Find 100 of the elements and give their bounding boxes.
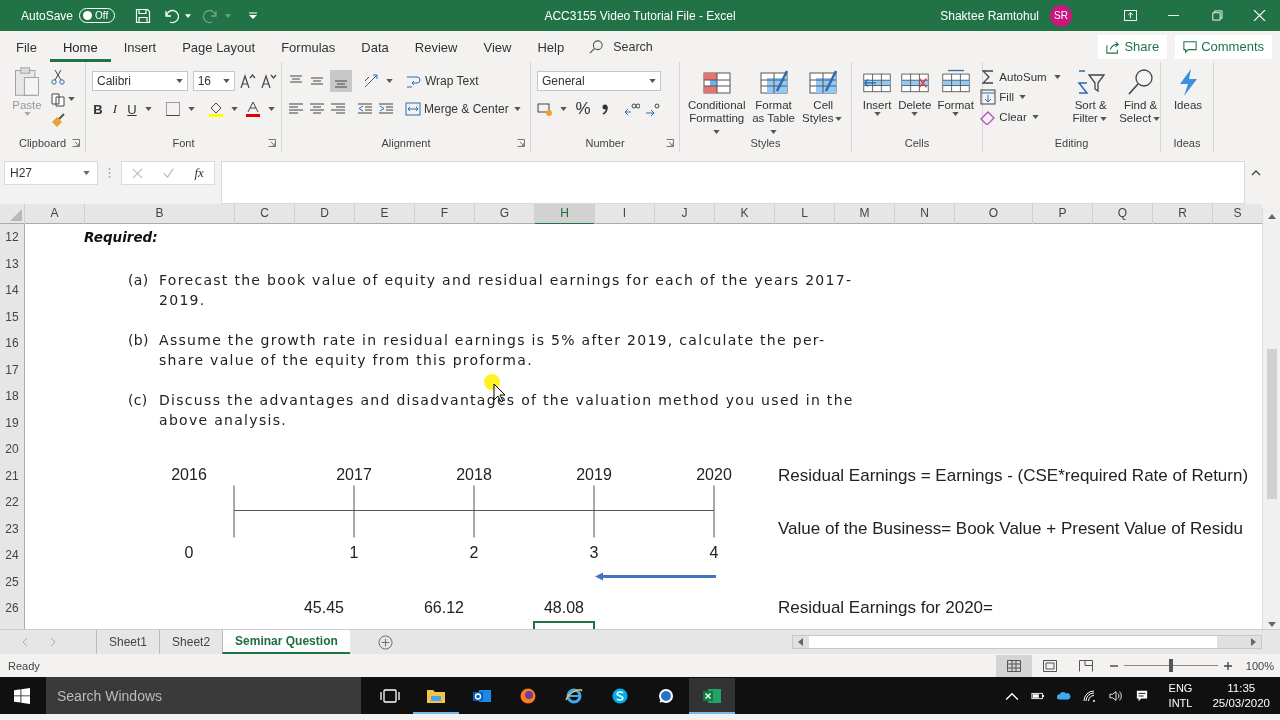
styles-button[interactable]: Cell Styles <box>799 67 847 125</box>
font-name-field[interactable]: Calibri <box>92 71 188 91</box>
clock-time[interactable]: 11:35 <box>1227 680 1256 696</box>
scroll-up-icon[interactable] <box>1267 214 1276 219</box>
fill-button[interactable]: Fill <box>980 89 1029 105</box>
row-header[interactable]: 23 <box>0 515 24 542</box>
row-header[interactable]: 14 <box>0 277 24 304</box>
zoom-level[interactable]: 100% <box>1245 659 1274 672</box>
ribbon-tab[interactable]: Review <box>401 35 471 62</box>
dialog-launcher-icon[interactable] <box>666 139 674 147</box>
caret-icon[interactable] <box>145 107 152 111</box>
ribbon-tab[interactable]: Insert <box>110 35 170 62</box>
fill-color-icon[interactable] <box>208 101 224 117</box>
add-sheet-icon[interactable] <box>377 634 393 650</box>
caret-icon[interactable] <box>185 13 192 18</box>
sort-filter-button[interactable]: Sort & Filter <box>1066 67 1115 125</box>
row-header[interactable]: 18 <box>0 383 24 410</box>
ribbon-tab[interactable]: File <box>16 35 50 62</box>
ribbon-tab[interactable]: Formulas <box>268 35 349 62</box>
save-icon[interactable] <box>135 7 152 24</box>
scroll-left-icon[interactable] <box>798 638 803 646</box>
ribbon-tab[interactable]: View <box>470 35 525 62</box>
orientation-icon[interactable] <box>363 73 379 89</box>
font-color-icon[interactable] <box>245 101 261 117</box>
ribbon-tab[interactable]: Page Layout <box>169 35 269 62</box>
row-header[interactable]: 13 <box>0 250 24 277</box>
wrap-text-button[interactable]: Wrap Text <box>406 73 479 89</box>
ribbon-tab[interactable]: Help <box>524 35 578 62</box>
increase-decimal-icon[interactable] <box>624 101 640 117</box>
number-format-field[interactable]: General <box>537 71 661 91</box>
wifi-icon[interactable] <box>1082 689 1097 702</box>
sheet-tab[interactable]: Sheet1 <box>96 630 160 654</box>
underline-button[interactable]: U <box>126 101 138 117</box>
language-indicator[interactable]: INTL <box>1168 695 1193 711</box>
bold-button[interactable]: B <box>92 101 104 117</box>
normal-view-icon[interactable] <box>995 654 1032 677</box>
caret-icon[interactable] <box>188 107 195 111</box>
ribbon-tab[interactable]: Home <box>49 35 111 62</box>
caret-icon[interactable] <box>386 79 393 83</box>
row-header[interactable]: 12 <box>0 224 24 251</box>
vertical-scrollbar[interactable] <box>1262 208 1280 629</box>
close-icon[interactable] <box>1253 10 1266 21</box>
merge-center-button[interactable]: Merge & Center <box>405 101 523 117</box>
horizontal-scrollbar[interactable] <box>792 635 1262 649</box>
row-header[interactable]: 19 <box>0 409 24 436</box>
customize-icon[interactable] <box>249 11 258 20</box>
caret-icon[interactable] <box>231 107 238 111</box>
row-header[interactable]: 24 <box>0 542 24 569</box>
grow-font-icon[interactable] <box>240 73 256 89</box>
percent-button[interactable]: % <box>574 99 592 119</box>
user-avatar[interactable]: SR <box>1050 4 1072 27</box>
italic-button[interactable]: I <box>109 101 121 117</box>
row-header[interactable]: 15 <box>0 303 24 330</box>
name-box[interactable]: H27 <box>4 161 98 185</box>
scroll-right-icon[interactable] <box>1251 638 1256 646</box>
spreadsheet-app-icon[interactable] <box>689 677 735 714</box>
cells-button[interactable]: Insert <box>860 67 895 116</box>
row-header[interactable]: 16 <box>0 330 24 357</box>
caret-icon[interactable] <box>68 97 75 101</box>
font-size-field[interactable]: 16 <box>192 71 235 91</box>
dialog-launcher-icon[interactable] <box>517 139 525 147</box>
sheet-tab[interactable]: Seminar Question <box>222 630 350 654</box>
cloud-icon[interactable] <box>1056 689 1071 702</box>
scroll-down-icon[interactable] <box>1267 622 1276 627</box>
zoom-slider-thumb[interactable] <box>1168 659 1173 672</box>
row-header[interactable]: 25 <box>0 568 24 595</box>
styles-button[interactable]: Format as Table <box>749 67 798 138</box>
scroll-thumb[interactable] <box>809 636 1217 648</box>
row-header[interactable]: 20 <box>0 436 24 463</box>
clear-button[interactable]: Clear <box>980 109 1041 125</box>
copy-icon[interactable] <box>50 91 66 107</box>
comments-button[interactable]: Comments <box>1175 34 1272 59</box>
caret-icon[interactable] <box>560 107 567 111</box>
speaker-icon[interactable] <box>1108 689 1123 702</box>
dialog-launcher-icon[interactable] <box>72 139 80 147</box>
zoom-in-icon[interactable] <box>1223 661 1232 670</box>
cells-button[interactable]: Format <box>935 67 976 116</box>
restore-icon[interactable] <box>1210 10 1223 21</box>
insert-function-button[interactable]: fx <box>194 165 204 181</box>
notification-icon[interactable] <box>1134 689 1149 702</box>
undo-icon[interactable] <box>163 7 180 24</box>
ribbon-tab[interactable]: Data <box>348 35 402 62</box>
row-header[interactable]: 26 <box>0 595 24 622</box>
find-select-button[interactable]: Find & Select <box>1116 67 1165 125</box>
language-indicator[interactable]: ENG <box>1168 680 1193 696</box>
caret-icon[interactable] <box>268 107 275 111</box>
row-header[interactable]: 21 <box>0 462 24 489</box>
check-icon[interactable] <box>163 167 175 179</box>
styles-button[interactable]: Conditional Formatting <box>686 67 748 138</box>
cells-button[interactable]: Delete <box>896 67 934 116</box>
format-painter-icon[interactable] <box>50 113 66 129</box>
windows-start-icon[interactable] <box>14 687 30 704</box>
row-header[interactable]: 22 <box>0 489 24 516</box>
decrease-decimal-icon[interactable] <box>645 101 661 117</box>
autosum-button[interactable]: AutoSum <box>980 69 1063 85</box>
share-button[interactable]: Share <box>1098 34 1168 59</box>
search-box[interactable]: Search <box>589 39 653 54</box>
scissors-icon[interactable] <box>50 69 66 85</box>
search-field[interactable]: Search Windows <box>46 677 361 714</box>
ideas-button[interactable]: Ideas <box>1171 67 1205 112</box>
